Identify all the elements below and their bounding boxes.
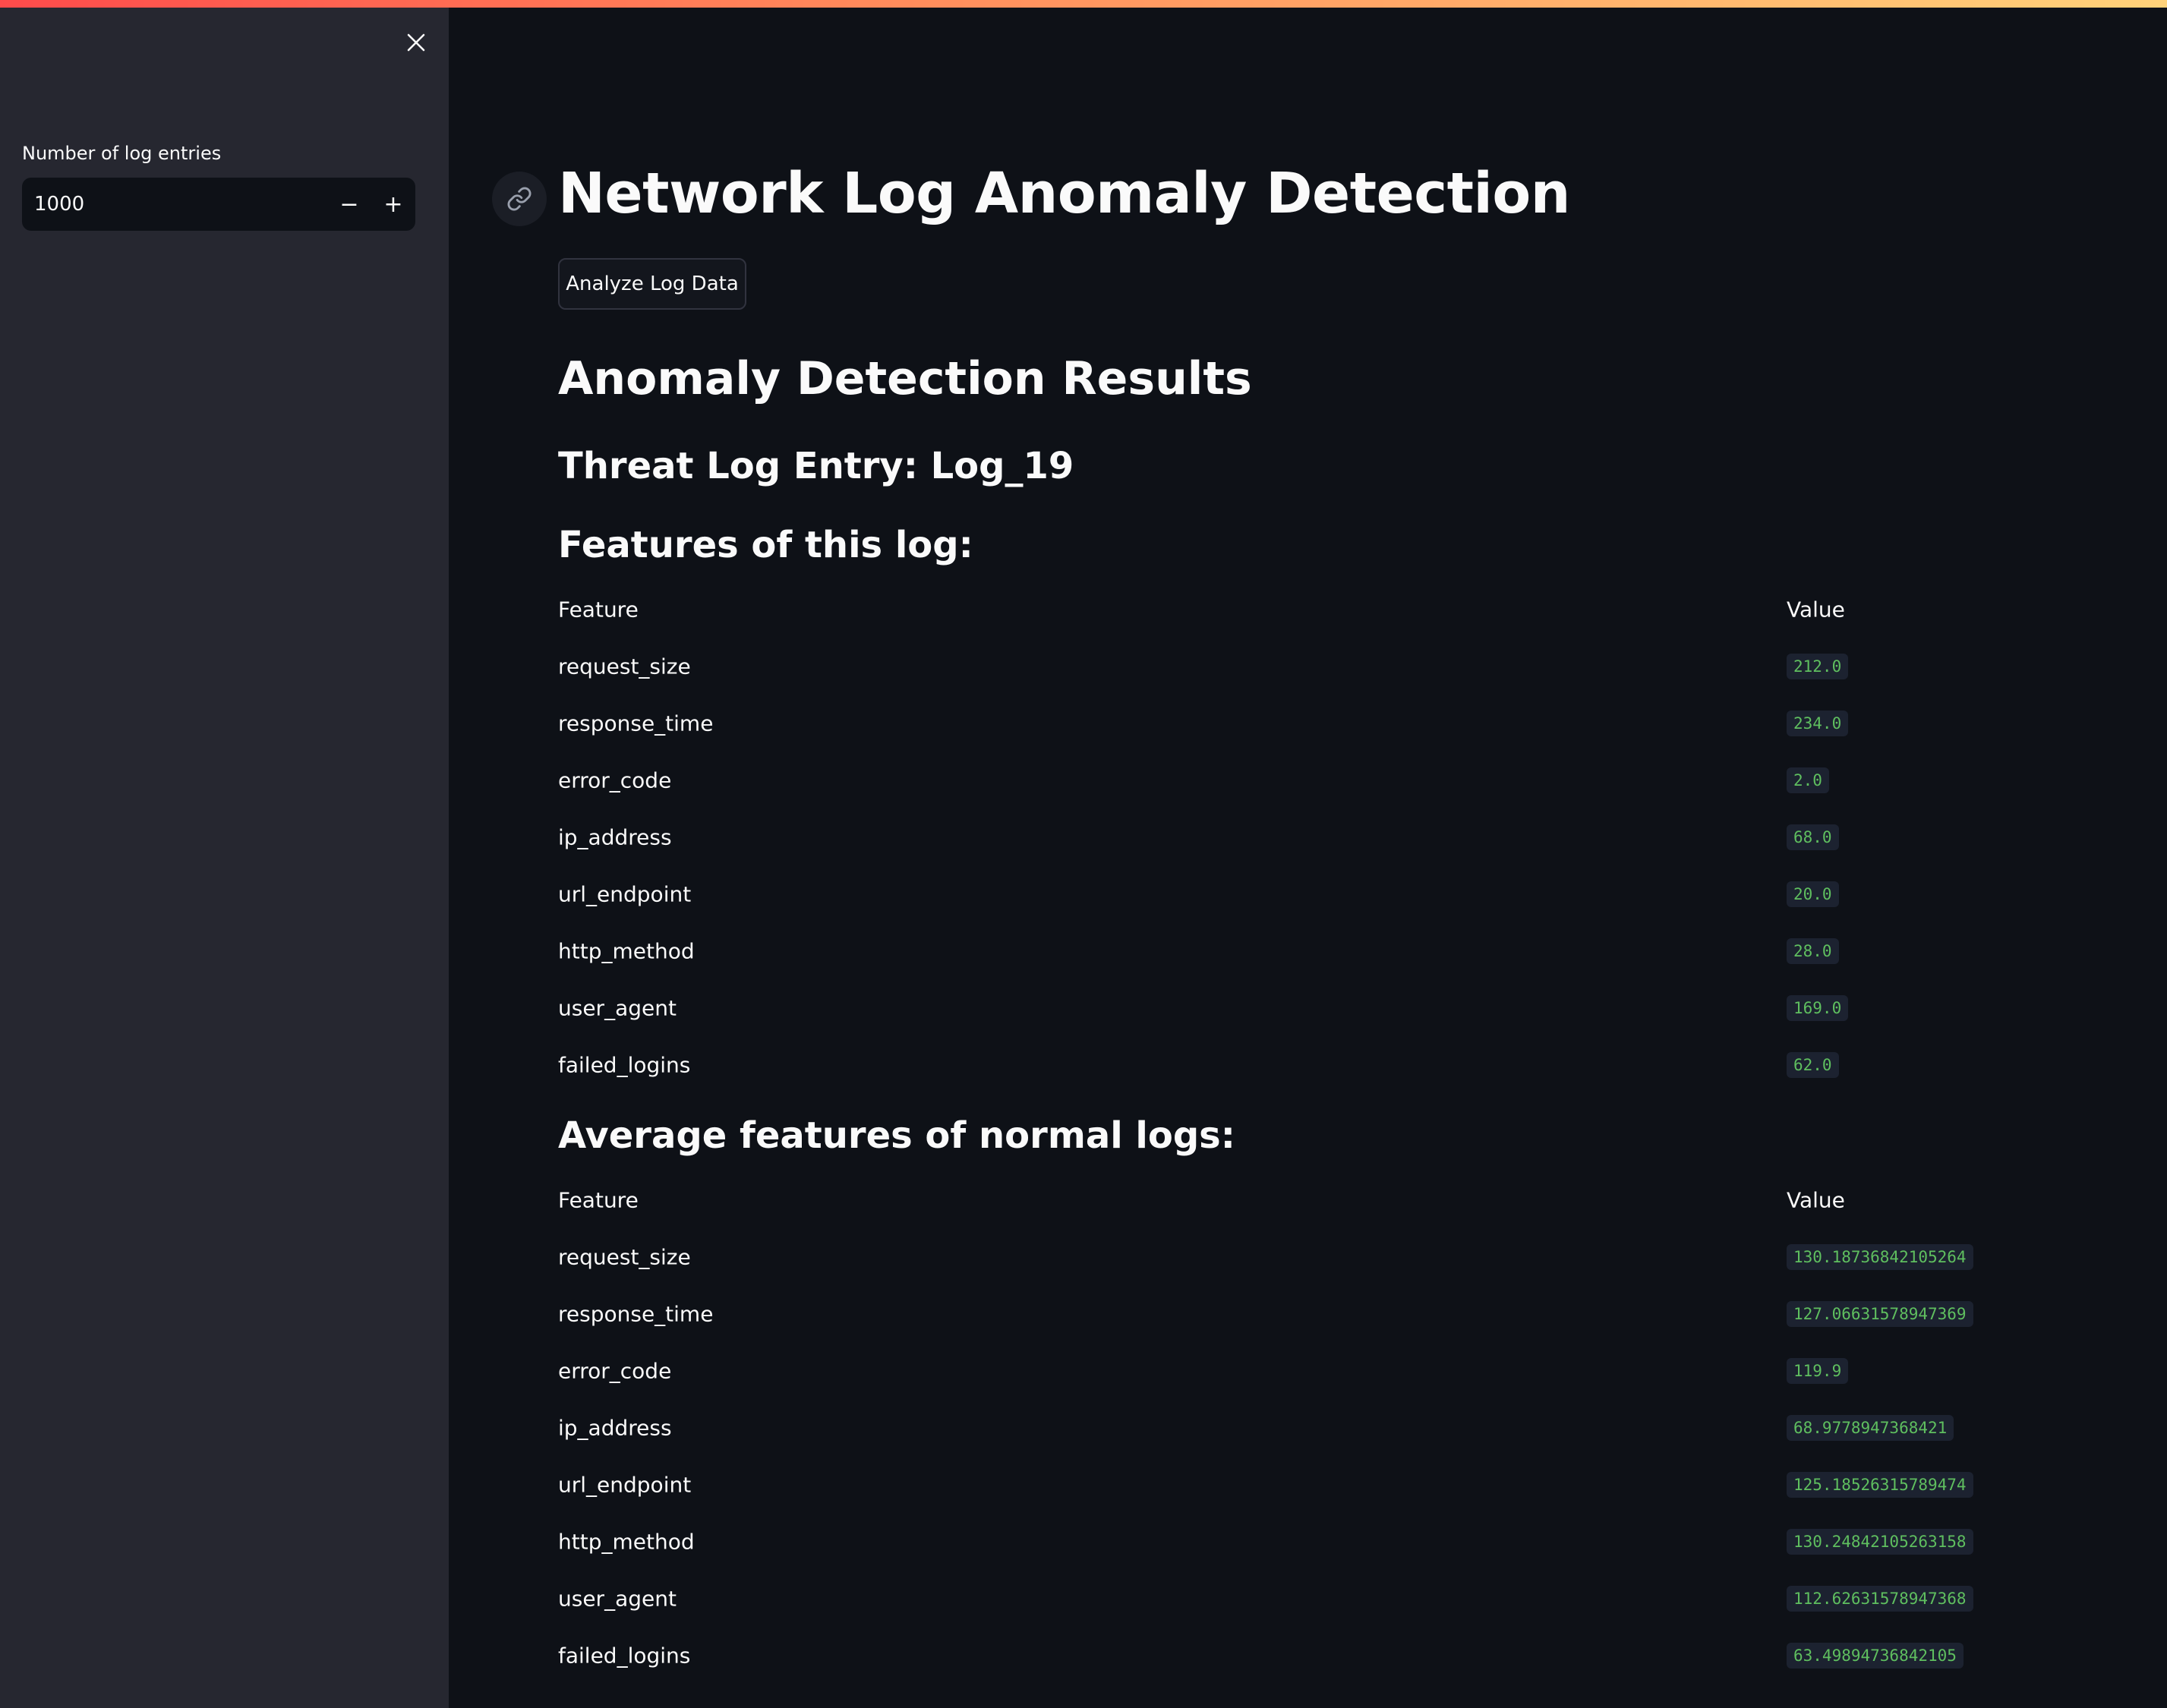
table-row: error_code 119.9 bbox=[558, 1342, 2077, 1399]
table-row: url_endpoint 125.18526315789474 bbox=[558, 1456, 2077, 1513]
table-row: failed_logins 63.49894736842105 bbox=[558, 1627, 2077, 1684]
feature-value: 130.24842105263158 bbox=[1787, 1528, 1973, 1555]
feature-name: user_agent bbox=[558, 995, 677, 1020]
feature-value: 125.18526315789474 bbox=[1787, 1471, 1973, 1498]
feature-value: 130.18736842105264 bbox=[1787, 1243, 1973, 1270]
page-title: Network Log Anomaly Detection bbox=[558, 161, 1570, 226]
results-heading: Anomaly Detection Results bbox=[558, 352, 1252, 405]
feature-value: 234.0 bbox=[1787, 710, 1849, 736]
table-header-row: Feature Value bbox=[558, 1171, 2077, 1228]
feature-value: 20.0 bbox=[1787, 881, 1839, 907]
feature-name: request_size bbox=[558, 1244, 691, 1269]
table-row: http_method 28.0 bbox=[558, 922, 2077, 979]
feature-value: 63.49894736842105 bbox=[1787, 1642, 1964, 1669]
feature-value: 2.0 bbox=[1787, 767, 1829, 793]
feature-column-header: Feature bbox=[558, 1187, 639, 1212]
number-input-label: Number of log entries bbox=[22, 143, 222, 164]
table-row: url_endpoint 20.0 bbox=[558, 865, 2077, 922]
table-header-row: Feature Value bbox=[558, 581, 2077, 638]
table-row: ip_address 68.0 bbox=[558, 808, 2077, 865]
threat-entry-heading: Threat Log Entry: Log_19 bbox=[558, 445, 1074, 487]
feature-name: error_code bbox=[558, 767, 672, 793]
feature-value: 112.62631578947368 bbox=[1787, 1585, 1973, 1612]
sidebar: Number of log entries − + bbox=[0, 0, 449, 1708]
close-icon bbox=[407, 33, 425, 52]
app-decoration-stripe bbox=[0, 0, 2167, 8]
feature-name: error_code bbox=[558, 1358, 672, 1383]
feature-value: 68.9778947368421 bbox=[1787, 1414, 1954, 1441]
table-row: error_code 2.0 bbox=[558, 752, 2077, 808]
title-anchor-link[interactable] bbox=[492, 172, 547, 226]
feature-name: url_endpoint bbox=[558, 881, 692, 906]
feature-name: url_endpoint bbox=[558, 1472, 692, 1497]
feature-value: 127.06631578947369 bbox=[1787, 1300, 1973, 1327]
feature-name: http_method bbox=[558, 1529, 695, 1554]
log-features-heading: Features of this log: bbox=[558, 524, 973, 566]
feature-name: ip_address bbox=[558, 1415, 672, 1440]
feature-name: failed_logins bbox=[558, 1052, 691, 1077]
increment-button[interactable]: + bbox=[371, 178, 415, 231]
value-column-header: Value bbox=[1787, 1187, 1845, 1212]
feature-name: ip_address bbox=[558, 824, 672, 849]
table-row: request_size 212.0 bbox=[558, 638, 2077, 695]
table-row: response_time 234.0 bbox=[558, 695, 2077, 752]
threat-features-table: Feature Value request_size 212.0 respons… bbox=[558, 581, 2077, 1093]
table-row: http_method 130.24842105263158 bbox=[558, 1513, 2077, 1570]
feature-value: 119.9 bbox=[1787, 1357, 1849, 1384]
value-column-header: Value bbox=[1787, 597, 1845, 622]
feature-name: response_time bbox=[558, 1301, 714, 1326]
decrement-button[interactable]: − bbox=[327, 178, 371, 231]
feature-name: failed_logins bbox=[558, 1643, 691, 1668]
log-entries-field[interactable] bbox=[22, 178, 327, 231]
feature-column-header: Feature bbox=[558, 597, 639, 622]
normal-averages-heading: Average features of normal logs: bbox=[558, 1114, 1235, 1157]
link-icon bbox=[507, 187, 531, 211]
feature-name: http_method bbox=[558, 938, 695, 963]
feature-value: 68.0 bbox=[1787, 824, 1839, 850]
table-row: failed_logins 62.0 bbox=[558, 1036, 2077, 1093]
table-row: user_agent 169.0 bbox=[558, 979, 2077, 1036]
feature-value: 169.0 bbox=[1787, 994, 1849, 1021]
log-entries-number-input: − + bbox=[22, 178, 415, 231]
close-sidebar-button[interactable] bbox=[401, 27, 431, 58]
feature-value: 28.0 bbox=[1787, 938, 1839, 964]
feature-name: response_time bbox=[558, 711, 714, 736]
table-row: user_agent 112.62631578947368 bbox=[558, 1570, 2077, 1627]
normal-features-table: Feature Value request_size 130.187368421… bbox=[558, 1171, 2077, 1684]
table-row: ip_address 68.9778947368421 bbox=[558, 1399, 2077, 1456]
analyze-log-data-button[interactable]: Analyze Log Data bbox=[558, 258, 746, 310]
feature-value: 62.0 bbox=[1787, 1051, 1839, 1078]
table-row: request_size 130.18736842105264 bbox=[558, 1228, 2077, 1285]
feature-name: user_agent bbox=[558, 1586, 677, 1611]
table-row: response_time 127.06631578947369 bbox=[558, 1285, 2077, 1342]
feature-value: 212.0 bbox=[1787, 653, 1849, 679]
feature-name: request_size bbox=[558, 654, 691, 679]
